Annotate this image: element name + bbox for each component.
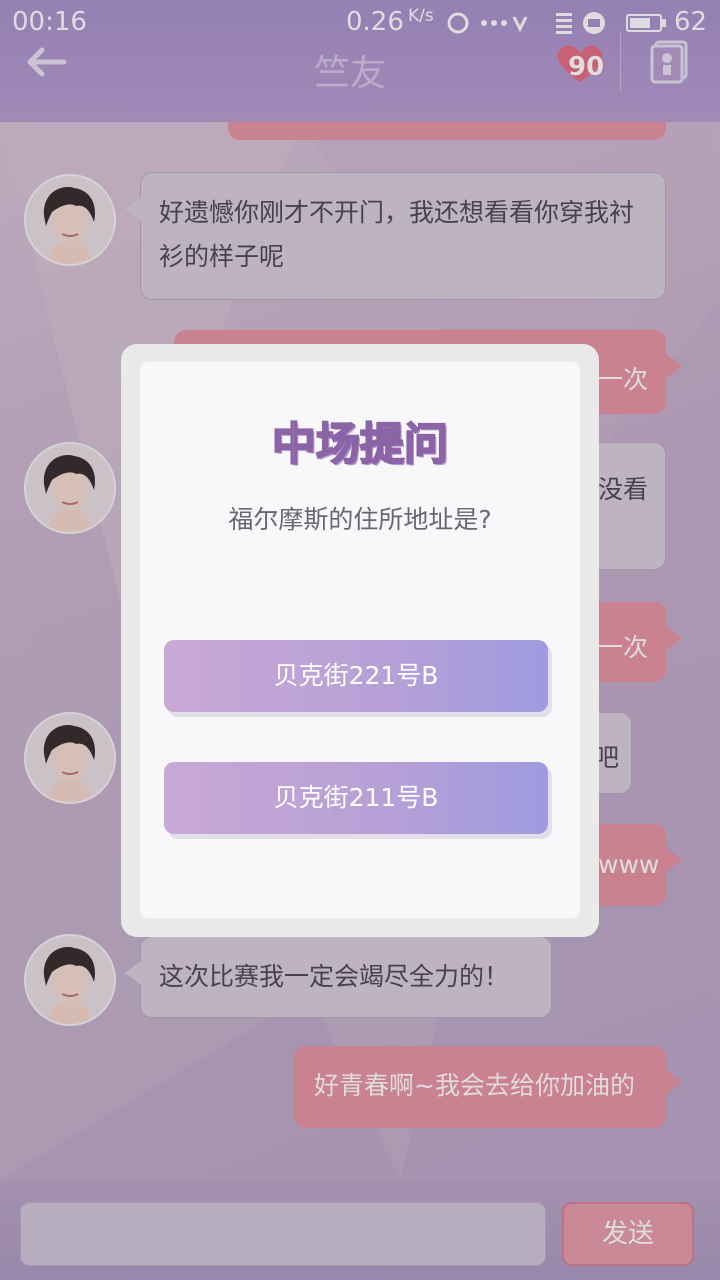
quiz-option-2[interactable]: 贝克街211号B: [164, 762, 548, 834]
quiz-option-1[interactable]: 贝克街221号B: [164, 640, 548, 712]
quiz-question: 福尔摩斯的住所地址是?: [228, 505, 492, 534]
quiz-card: 中场提问 福尔摩斯的住所地址是? 贝克街221号B 贝克街211号B: [140, 362, 580, 918]
quiz-title: 中场提问: [271, 418, 449, 471]
quiz-dialog: 中场提问 福尔摩斯的住所地址是? 贝克街221号B 贝克街211号B: [121, 344, 599, 937]
